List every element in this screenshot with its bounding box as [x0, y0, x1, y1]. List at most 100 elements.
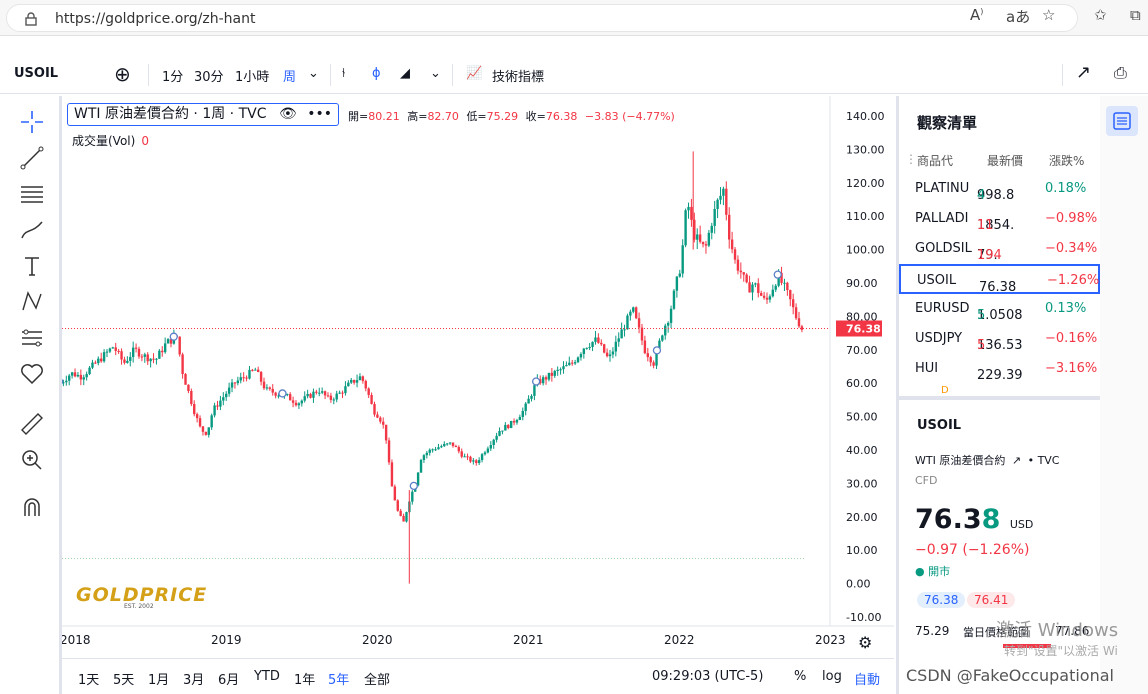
watchlist-row-palladi[interactable]: PALLADI 1854. 11 −0.98%	[899, 204, 1100, 234]
candle-body	[379, 417, 382, 422]
drawing-tools	[0, 96, 62, 694]
interval-1m[interactable]: 1分	[162, 66, 183, 85]
percent-toggle[interactable]: %	[794, 669, 806, 684]
close-label: 收=	[525, 110, 546, 123]
chart-legend[interactable]: WTI 原油差價合約 · 1周 · TVC 👁 •••	[67, 103, 339, 126]
volume-legend[interactable]: 成交量(Vol) 0	[72, 132, 149, 149]
range-5d[interactable]: 5天	[113, 669, 134, 688]
candle-body	[204, 431, 208, 435]
range-3m[interactable]: 3月	[183, 669, 204, 688]
candle-body	[672, 290, 676, 309]
range-5y[interactable]: 5年	[328, 669, 349, 688]
candle-body	[213, 405, 216, 416]
candle-body	[97, 358, 100, 364]
candle-body	[94, 362, 97, 364]
clock[interactable]: 09:29:03 (UTC-5)	[652, 669, 763, 684]
candle-body	[312, 391, 315, 398]
candle-body	[248, 369, 251, 379]
candle-style-icon[interactable]: ɸ	[372, 66, 381, 81]
camera-icon[interactable]: ⎙	[1114, 63, 1127, 83]
chevron-down-icon[interactable]: ⌄	[308, 66, 319, 81]
candle-body	[748, 282, 751, 293]
candle-body	[111, 347, 115, 349]
ruler-icon[interactable]	[18, 410, 46, 438]
watchlist-row-goldsil[interactable]: GOLDSIL 79. 194 −0.34%	[899, 234, 1100, 264]
price-chart[interactable]: 140.00 130.00 120.00 110.00 100.00 90.00 80.00…	[62, 96, 894, 658]
brush-icon[interactable]	[18, 216, 46, 244]
close-value: 76.38	[545, 110, 578, 123]
candle-body	[460, 451, 463, 457]
interval-30m[interactable]: 30分	[194, 66, 224, 85]
trendline-icon[interactable]	[18, 144, 46, 172]
range-6m[interactable]: 6月	[218, 669, 239, 688]
area-style-icon[interactable]: ◢	[400, 66, 410, 81]
eye-icon[interactable]: 👁	[279, 106, 297, 122]
candle-body	[262, 381, 266, 389]
candle-body	[347, 382, 350, 387]
y-tick-label: 140.00	[846, 110, 885, 123]
row-price-last: 5	[977, 338, 986, 353]
candle-body	[161, 350, 164, 353]
indicators-icon[interactable]: 📈	[466, 66, 482, 81]
candle-body	[759, 292, 763, 296]
external-link-icon[interactable]: ↗	[1012, 454, 1021, 467]
candle-body	[617, 338, 620, 342]
candle-body	[751, 284, 754, 293]
candle-body	[123, 359, 126, 363]
candle-body	[573, 362, 577, 364]
read-aloud-icon[interactable]: A)	[970, 6, 983, 24]
crosshair-icon[interactable]	[18, 108, 46, 136]
candlestick-chart[interactable]: 140.00130.00120.00110.00100.0090.0080.00…	[62, 96, 894, 658]
chevron-down-icon[interactable]: ⌄	[430, 66, 441, 81]
watchlist-icon[interactable]	[1106, 106, 1138, 136]
candle-body	[158, 350, 161, 359]
zoom-in-icon[interactable]	[18, 446, 46, 474]
candle-body	[131, 347, 135, 357]
pattern-icon[interactable]	[18, 288, 46, 316]
row-change: −3.16%	[1045, 361, 1098, 376]
text-tool-icon[interactable]	[18, 252, 46, 280]
favorites-icon[interactable]: ✩	[1094, 6, 1107, 24]
watchlist-row-usdjpy[interactable]: USDJPY 136.53 5 −0.16%	[899, 324, 1100, 354]
candle-body	[300, 400, 304, 404]
magnet-icon[interactable]	[18, 494, 46, 522]
range-1y[interactable]: 1年	[294, 669, 315, 688]
symbol-search[interactable]: USOIL	[14, 66, 58, 81]
address-bar[interactable]: https://goldprice.org/zh-hant	[6, 4, 1078, 32]
indicators-button[interactable]: 技術指標	[492, 66, 544, 85]
range-ytd[interactable]: YTD	[254, 669, 280, 684]
header-price[interactable]: 最新價	[987, 152, 1027, 169]
candle-body	[553, 370, 556, 376]
interval-week[interactable]: 周	[283, 66, 296, 85]
watchlist-row-usoil[interactable]: USOIL 76.38 −1.26%	[899, 264, 1100, 295]
watchlist-row-eurusd[interactable]: EURUSD 1.0508 5 0.13%	[899, 294, 1100, 324]
bar-style-icon[interactable]: ⫮	[342, 66, 345, 81]
compare-add-icon[interactable]: ⊕	[114, 62, 131, 86]
watchlist-row-platinu[interactable]: PLATINU 998.8 4 0.18%	[899, 174, 1100, 204]
candle-body	[85, 374, 88, 378]
candle-body	[79, 374, 83, 380]
collections-icon[interactable]: ⧉	[1130, 6, 1141, 24]
range-1d[interactable]: 1天	[78, 669, 99, 688]
add-favorite-icon[interactable]: ☆	[1042, 6, 1055, 24]
more-icon[interactable]: •••	[307, 106, 332, 122]
auto-toggle[interactable]: 自動	[854, 669, 880, 688]
candle-body	[68, 375, 71, 381]
candle-body	[193, 403, 196, 415]
header-change[interactable]: 漲跌%	[1049, 152, 1084, 169]
range-1m[interactable]: 1月	[148, 669, 169, 688]
translate-icon[interactable]: aあ	[1006, 6, 1030, 27]
settings-icon[interactable]: ⚙	[858, 633, 872, 652]
header-symbol[interactable]: 商品代	[917, 152, 953, 169]
candle-body	[361, 376, 365, 381]
candle-body	[725, 188, 728, 215]
popout-icon[interactable]: ↗	[1076, 62, 1091, 83]
drag-handle-icon[interactable]: ⋮	[905, 152, 917, 166]
fib-retracement-icon[interactable]	[18, 180, 46, 208]
range-all[interactable]: 全部	[364, 669, 390, 688]
prediction-icon[interactable]	[18, 324, 46, 352]
heart-icon[interactable]	[18, 360, 46, 388]
log-toggle[interactable]: log	[822, 669, 842, 684]
watchlist-row-hui[interactable]: HUI 229.39 −3.16%	[899, 354, 1100, 384]
interval-1h[interactable]: 1小時	[235, 66, 269, 85]
